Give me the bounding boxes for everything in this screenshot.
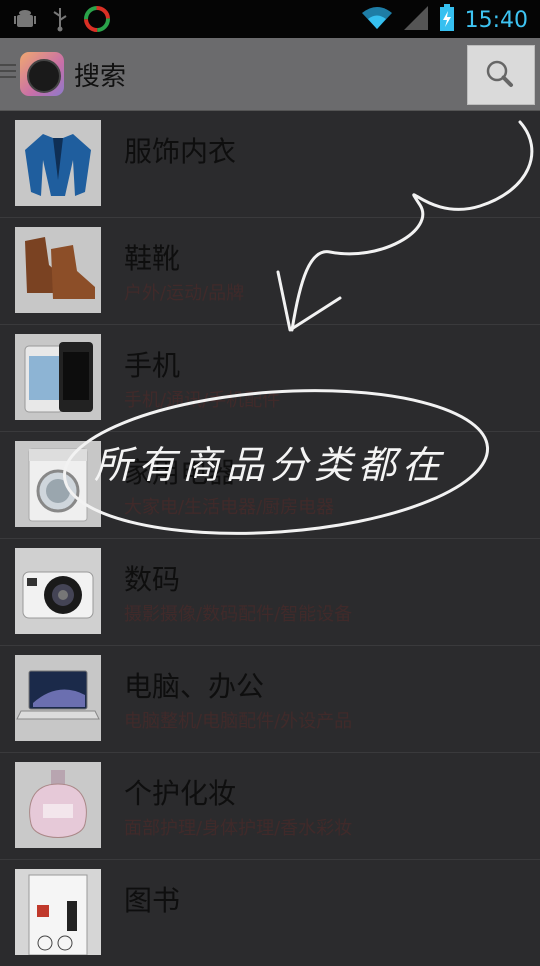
item-title: 电脑、办公 xyxy=(124,670,265,703)
item-subtitle: 户外/运动/品牌 xyxy=(124,283,245,304)
search-button[interactable] xyxy=(467,45,535,105)
item-subtitle: 面部护理/身体护理/香水彩妆 xyxy=(124,818,353,839)
list-item[interactable]: 数码 摄影摄像/数码配件/智能设备 xyxy=(0,538,540,645)
action-bar: 搜索 xyxy=(0,38,540,111)
battery-charging-icon xyxy=(439,4,455,36)
divider xyxy=(0,431,540,432)
page-title: 搜索 xyxy=(74,62,127,92)
item-title: 数码 xyxy=(124,563,181,596)
list-item[interactable]: 家用电器 大家电/生活电器/厨房电器 xyxy=(0,431,540,538)
list-item[interactable]: 服饰内衣 xyxy=(0,110,540,217)
list-item[interactable]: 手机 手机/通讯/手机配件 xyxy=(0,324,540,431)
divider xyxy=(0,859,540,860)
book-thumbnail xyxy=(15,869,101,955)
washing-machine-thumbnail xyxy=(15,441,101,527)
status-bar: 15:40 xyxy=(0,0,540,38)
item-subtitle: 大家电/生活电器/厨房电器 xyxy=(124,497,335,518)
drawer-indicator-icon[interactable] xyxy=(0,64,16,82)
perfume-thumbnail xyxy=(15,762,101,848)
list-item[interactable]: 图书 xyxy=(0,859,540,966)
clothing-thumbnail xyxy=(15,120,101,206)
search-icon xyxy=(486,60,513,87)
android-debug-icon xyxy=(14,7,36,35)
divider xyxy=(0,217,540,218)
item-title: 个护化妆 xyxy=(124,777,237,810)
item-subtitle: 电脑整机/电脑配件/外设产品 xyxy=(124,711,353,732)
divider xyxy=(0,645,540,646)
list-item[interactable]: 鞋靴 户外/运动/品牌 xyxy=(0,217,540,324)
camera-thumbnail xyxy=(15,548,101,634)
shoes-thumbnail xyxy=(15,227,101,313)
item-title: 图书 xyxy=(124,884,181,917)
item-title: 手机 xyxy=(124,349,181,382)
laptop-thumbnail xyxy=(15,655,101,741)
usb-icon xyxy=(52,6,68,36)
list-item[interactable]: 个护化妆 面部护理/身体护理/香水彩妆 xyxy=(0,752,540,859)
divider xyxy=(0,752,540,753)
app-notification-icon xyxy=(84,6,110,36)
divider xyxy=(0,538,540,539)
item-subtitle: 摄影摄像/数码配件/智能设备 xyxy=(124,604,353,625)
app-logo-icon[interactable] xyxy=(20,52,64,96)
item-title: 鞋靴 xyxy=(124,242,181,275)
phone-thumbnail xyxy=(15,334,101,420)
item-title: 家用电器 xyxy=(124,456,237,489)
divider xyxy=(0,324,540,325)
status-time: 15:40 xyxy=(464,7,528,33)
list-item[interactable]: 电脑、办公 电脑整机/电脑配件/外设产品 xyxy=(0,645,540,752)
signal-icon xyxy=(403,5,429,35)
item-subtitle: 手机/通讯/手机配件 xyxy=(124,390,281,411)
wifi-icon xyxy=(361,5,393,35)
item-title: 服饰内衣 xyxy=(124,135,237,168)
